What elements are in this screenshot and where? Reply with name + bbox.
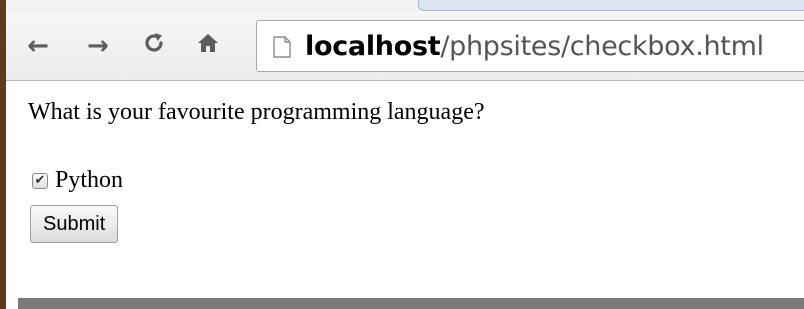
python-label: Python — [55, 167, 124, 193]
submit-button[interactable]: Submit — [30, 205, 119, 243]
home-icon — [196, 31, 220, 62]
option-row-python: ✔ Python — [32, 167, 123, 194]
url-text: localhost/phpsites/checkbox.html — [305, 31, 764, 62]
browser-toolbar: ← → localhost/phpsites/checkbox.html — [6, 12, 804, 81]
question-text: What is your favourite programming langu… — [28, 99, 485, 125]
python-checkbox[interactable]: ✔ — [32, 172, 48, 189]
active-tab[interactable] — [418, 0, 804, 11]
forward-button[interactable]: → — [80, 30, 116, 62]
address-bar[interactable]: localhost/phpsites/checkbox.html — [256, 20, 804, 72]
forward-arrow-icon: → — [87, 31, 109, 61]
back-button[interactable]: ← — [20, 30, 56, 62]
back-arrow-icon: ← — [27, 31, 49, 61]
bottom-shadow-bar — [18, 298, 804, 309]
page-icon — [273, 36, 291, 58]
page-content: What is your favourite programming langu… — [6, 81, 804, 298]
url-host: localhost — [305, 30, 441, 62]
reload-button[interactable] — [136, 30, 172, 62]
reload-icon — [142, 31, 166, 62]
browser-window: ← → localhost/phpsites/checkbox.html Wha… — [0, 0, 804, 309]
url-path: /phpsites/checkbox.html — [440, 30, 764, 62]
tab-strip — [6, 0, 804, 12]
home-button[interactable] — [190, 30, 226, 62]
